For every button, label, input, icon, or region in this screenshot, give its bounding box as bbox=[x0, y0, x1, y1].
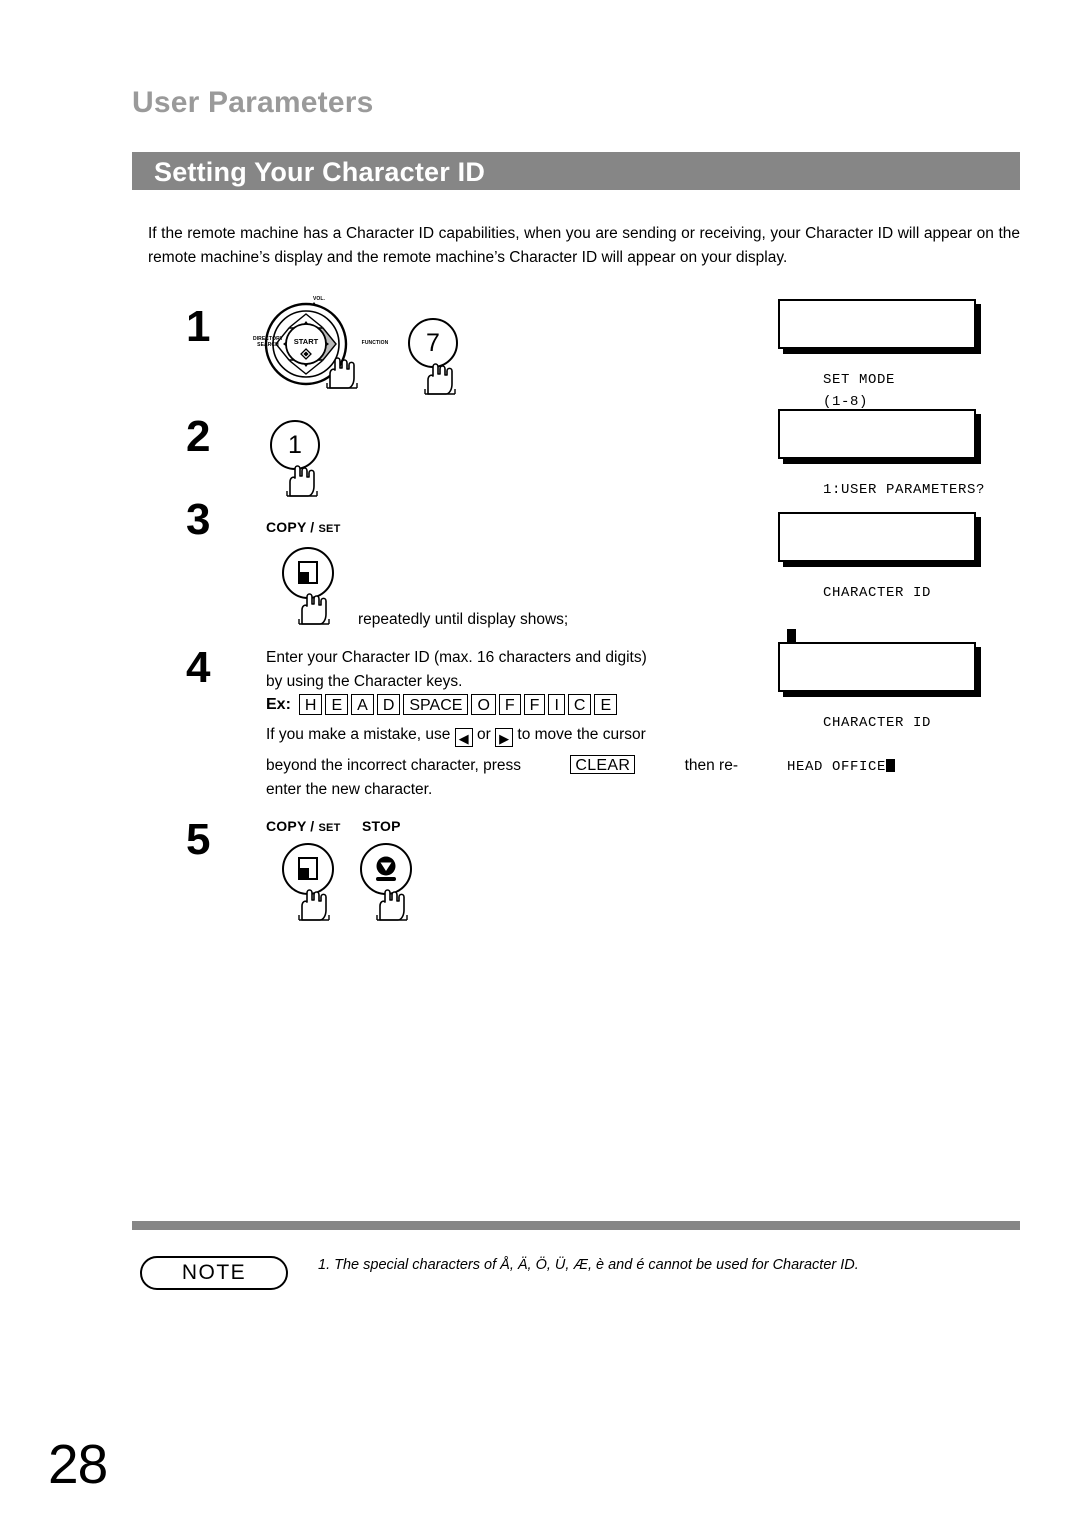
char-key[interactable]: A bbox=[351, 694, 374, 715]
mistake-or: or bbox=[476, 726, 491, 743]
step-4-line-1: Enter your Character ID (max. 16 charact… bbox=[266, 649, 647, 666]
lcd-line1-left: CHARACTER ID bbox=[823, 585, 932, 601]
step-4-line-2: by using the Character keys. bbox=[266, 673, 463, 690]
note-badge: NOTE bbox=[140, 1256, 288, 1290]
char-key[interactable]: F bbox=[498, 694, 521, 715]
page-number: 28 bbox=[48, 1433, 108, 1495]
stop-icon bbox=[376, 856, 396, 881]
step-3-trailing-text: repeatedly until display shows; bbox=[358, 611, 569, 628]
copy-page-icon bbox=[298, 857, 318, 880]
mistake-text-b: to move the cursor bbox=[517, 726, 646, 743]
char-key-space[interactable]: SPACE bbox=[403, 694, 469, 715]
lcd-display-user-parameters: 1:USER PARAMETERS? PRESS SET TO SELECT bbox=[778, 409, 984, 542]
lcd-line1-right: (1-8) bbox=[823, 394, 869, 410]
lcd-line2: HEAD OFFICE bbox=[787, 756, 967, 778]
wheel-label-vol: VOL. bbox=[312, 296, 326, 302]
pressing-hand-icon bbox=[298, 889, 330, 921]
copyset-caption-main: COPY / bbox=[266, 818, 315, 834]
char-key[interactable]: F bbox=[523, 694, 546, 715]
lcd-line1-left: SET MODE bbox=[823, 372, 896, 388]
char-key[interactable]: O bbox=[471, 694, 496, 715]
step-4-mistake-line-3: enter the new character. bbox=[266, 781, 433, 798]
step-number-4: 4 bbox=[186, 643, 211, 692]
cursor-right-key[interactable]: ▶ bbox=[495, 728, 514, 747]
pressing-hand-icon bbox=[424, 363, 456, 395]
copyset-button-caption: COPY / SET bbox=[266, 818, 341, 834]
clear-key[interactable]: CLEAR bbox=[570, 755, 636, 774]
mistake-text-a: If you make a mistake, use bbox=[266, 726, 451, 743]
page-title: User Parameters bbox=[132, 86, 374, 119]
section-title-bar: Setting Your Character ID bbox=[132, 152, 1020, 190]
copyset-caption-sub: SET bbox=[318, 822, 341, 834]
wheel-label-directory-search: DIRECTORY SEARCH bbox=[246, 336, 290, 348]
intro-paragraph: If the remote machine has a Character ID… bbox=[148, 225, 1020, 266]
step-4-mistake-line-1: If you make a mistake, use ◀ or ▶ to mov… bbox=[266, 723, 738, 747]
step-number-3: 3 bbox=[186, 495, 211, 544]
note-text: 1. The special characters of Å, Ä, Ö, Ü,… bbox=[318, 1257, 859, 1273]
char-key[interactable]: I bbox=[548, 694, 565, 715]
copyset-caption-sub: SET bbox=[318, 523, 341, 535]
lcd-cursor-block bbox=[886, 759, 896, 772]
lcd-display-set-mode: SET MODE (1-8) ENTER NO. OR ∨ ∧ bbox=[778, 299, 976, 432]
step-number-1: 1 bbox=[186, 302, 211, 351]
wheel-label-search: SEARCH bbox=[257, 342, 279, 348]
wheel-label-function: FUNCTION bbox=[361, 340, 389, 346]
step-4-mistake-line-2: beyond the incorrect character, press CL… bbox=[266, 754, 738, 778]
copyset-caption-main: COPY / bbox=[266, 519, 315, 535]
footer-divider bbox=[132, 1221, 1020, 1230]
lcd-cursor-block bbox=[787, 629, 796, 642]
pressing-hand-icon bbox=[298, 593, 330, 625]
lcd-display-character-id-empty: CHARACTER ID bbox=[778, 512, 976, 642]
pressing-hand-icon bbox=[376, 889, 408, 921]
char-key[interactable]: H bbox=[298, 694, 323, 715]
character-key-example-row: Ex: H E A D SPACE O F F I C E bbox=[266, 694, 618, 715]
svg-text:START: START bbox=[294, 337, 319, 346]
step-number-5: 5 bbox=[186, 815, 211, 864]
lcd-line2-text: HEAD OFFICE bbox=[787, 759, 887, 775]
char-key[interactable]: E bbox=[594, 694, 618, 715]
char-key[interactable]: D bbox=[376, 694, 401, 715]
char-key[interactable]: C bbox=[567, 694, 592, 715]
section-title: Setting Your Character ID bbox=[154, 157, 486, 187]
char-key[interactable]: E bbox=[325, 694, 349, 715]
copyset-button-caption: COPY / SET bbox=[266, 519, 341, 535]
lcd-line1-left: 1:USER PARAMETERS? bbox=[823, 482, 986, 498]
lcd-display-character-id-filled: CHARACTER ID HEAD OFFICE bbox=[778, 642, 976, 775]
stop-button-caption: STOP bbox=[362, 818, 401, 834]
pressing-hand-icon bbox=[326, 357, 358, 389]
mistake-text-d: then re- bbox=[684, 757, 738, 774]
lcd-line1-left: CHARACTER ID bbox=[823, 715, 932, 731]
pressing-hand-icon bbox=[286, 465, 318, 497]
copy-page-icon bbox=[298, 561, 318, 584]
mistake-text-c: beyond the incorrect character, press bbox=[266, 757, 522, 774]
example-label: Ex: bbox=[266, 695, 291, 713]
cursor-left-key[interactable]: ◀ bbox=[454, 728, 473, 747]
step-number-2: 2 bbox=[186, 412, 211, 461]
